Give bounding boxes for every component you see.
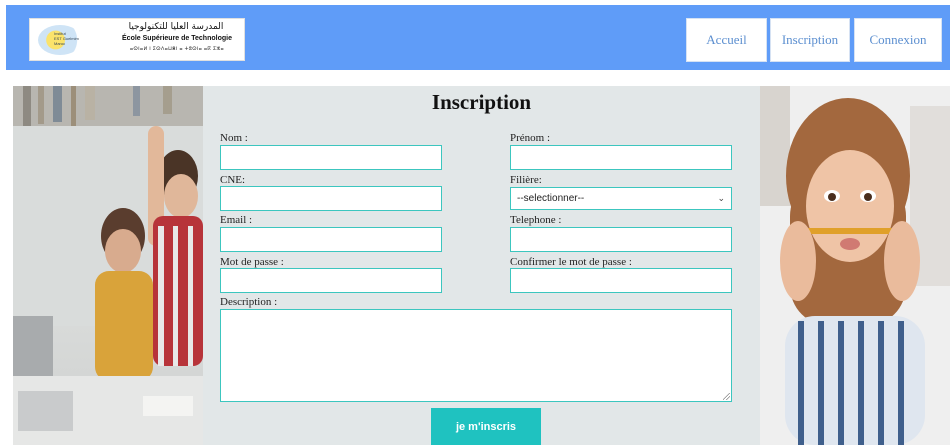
submit-button[interactable]: je m'inscris [431,408,541,445]
password-input[interactable] [220,268,442,293]
logo-french-name: École Supérieure de Technologie [122,35,232,42]
telephone-input[interactable] [510,227,732,252]
logo-arabic-name: المدرسة العليا للتكنولوجيا [128,22,224,32]
school-logo[interactable]: Institut EST Guelmim Maroc المدرسة العلي… [29,18,245,61]
student-pencil-photo [760,86,950,445]
top-navbar: Institut EST Guelmim Maroc المدرسة العلي… [6,5,950,70]
inscription-form: Inscription Nom : Prénom : CNE: Filière:… [203,86,760,445]
nom-input[interactable] [220,145,442,170]
resize-handle-icon[interactable] [723,393,730,400]
prenom-label: Prénom : [510,132,551,144]
form-title: Inscription [431,90,532,114]
nav-connexion-link[interactable]: Connexion [854,18,942,62]
confirm-password-label: Confirmer le mot de passe : [510,256,632,268]
email-label: Email : [220,214,253,226]
chevron-down-icon: ⌄ [717,193,725,203]
cne-input[interactable] [220,186,442,211]
students-classroom-photo [13,86,203,445]
nom-label: Nom : [220,132,248,144]
password-label: Mot de passe : [220,256,284,268]
telephone-label: Telephone : [510,214,562,226]
filiere-selected-value: --selectionner-- [517,193,585,204]
prenom-input[interactable] [510,145,732,170]
logo-emblem-icon: Institut EST Guelmim Maroc [38,25,82,55]
description-label: Description : [220,296,278,308]
logo-tifinagh-name: ⴰⵙⵏⴰⵍ ⵏ ⵉⵙⴷⴰⵡⴻⵏ ⴰ ⵜⵓⵙⵏⴰ ⴰⴽ ⵉⵣⴰ [129,46,225,52]
logo-emblem-text: Institut EST Guelmim Maroc [54,31,79,46]
filiere-select[interactable]: --selectionner-- ⌄ [510,187,732,210]
nav-accueil-link[interactable]: Accueil [686,18,767,62]
cne-label: CNE: [220,174,246,186]
description-textarea[interactable] [220,309,732,402]
confirm-password-input[interactable] [510,268,732,293]
nav-inscription-link[interactable]: Inscription [770,18,850,62]
filiere-label: Filière: [510,174,542,186]
email-input[interactable] [220,227,442,252]
